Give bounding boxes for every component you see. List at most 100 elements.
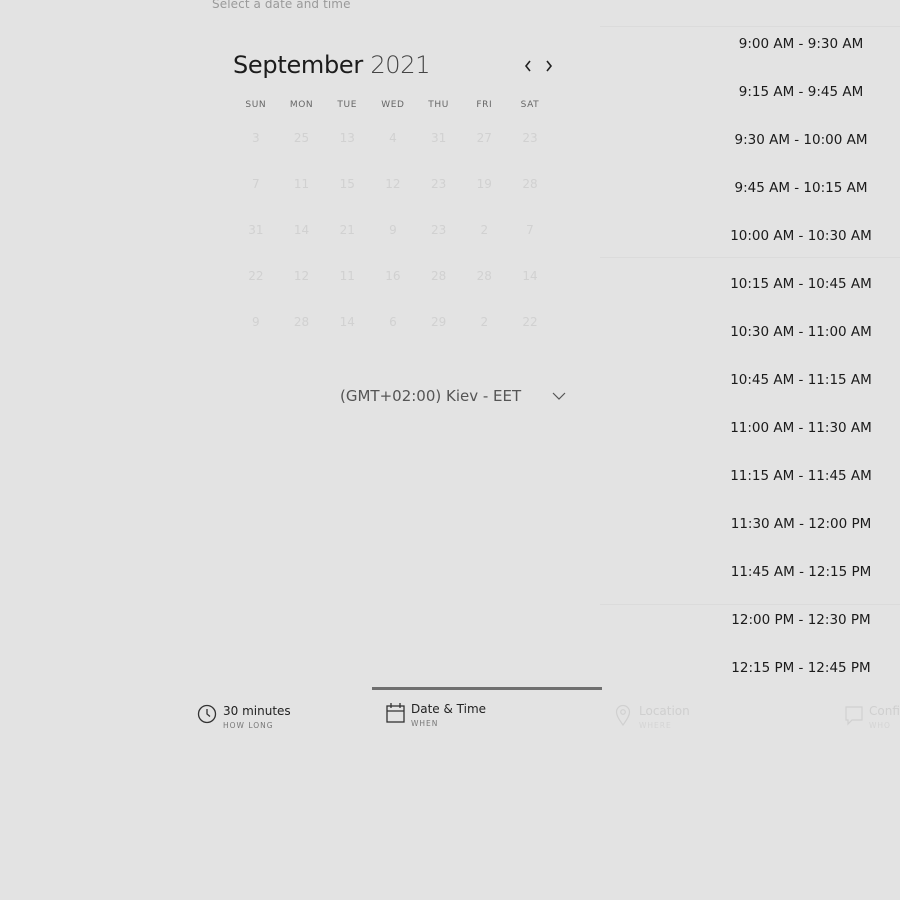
- calendar-icon: [386, 703, 405, 723]
- time-slot-label: 12:00 PM - 12:30 PM: [731, 612, 871, 628]
- calendar-day: 28: [522, 177, 538, 191]
- time-slot[interactable]: 12:00 PM - 12:30 PM: [720, 608, 900, 656]
- time-slot-list: 9:00 AM - 9:30 AM 9:15 AM - 9:45 AM 9:30 A…: [720, 32, 900, 704]
- calendar-day: 14: [293, 223, 310, 237]
- step-location[interactable]: Location WHERE: [615, 704, 690, 732]
- time-slot[interactable]: 11:30 AM - 12:00 PM: [720, 512, 900, 560]
- time-slot[interactable]: 10:45 AM - 11:15 AM: [720, 368, 900, 416]
- time-slot[interactable]: 9:30 AM - 10:00 AM: [720, 128, 900, 176]
- calendar-month: September: [233, 51, 363, 79]
- time-slot-label: 9:30 AM - 10:00 AM: [734, 132, 868, 148]
- confirm-icon: [845, 706, 863, 726]
- calendar-day: 23: [430, 223, 447, 237]
- time-slot-label: 11:45 AM - 12:15 PM: [730, 564, 872, 580]
- calendar-day: 12: [293, 269, 310, 283]
- time-slot-label: 12:15 PM - 12:45 PM: [731, 660, 871, 676]
- time-slot[interactable]: 11:45 AM - 12:15 PM: [720, 560, 900, 608]
- weekday-label: MON: [289, 100, 314, 110]
- calendar-day: 13: [339, 131, 355, 145]
- time-slot-label: 11:30 AM - 12:00 PM: [730, 516, 872, 532]
- calendar-day: 14: [522, 269, 538, 283]
- step-label: 30 minutes: [223, 704, 291, 718]
- calendar-day: 4: [389, 131, 397, 145]
- weekday-label: SAT: [520, 100, 540, 110]
- calendar-day: 25: [293, 131, 310, 145]
- previous-month-button[interactable]: [518, 55, 538, 77]
- calendar-title: September 2021: [233, 51, 431, 79]
- calendar-day: 7: [526, 223, 534, 237]
- time-slot-label: 9:00 AM - 9:30 AM: [738, 36, 864, 52]
- calendar-day: 23: [522, 131, 538, 145]
- clock-icon: [197, 704, 217, 724]
- time-slot[interactable]: 12:15 PM - 12:45 PM: [720, 656, 900, 704]
- page-hint: Select a date and time: [212, 0, 351, 11]
- calendar-day: 15: [339, 177, 355, 191]
- calendar-day: 28: [430, 269, 447, 283]
- next-month-button[interactable]: [539, 55, 559, 77]
- calendar-day: 19: [476, 177, 492, 191]
- step-label: Confi: [869, 704, 900, 718]
- weekday-label: TUE: [337, 100, 357, 110]
- step-label: Location: [639, 704, 690, 718]
- active-step-indicator: [372, 687, 602, 690]
- step-sublabel: WHERE: [639, 721, 672, 730]
- timezone-label: (GMT+02:00) Kiev - EET: [340, 387, 522, 405]
- weekday-label: THU: [428, 100, 449, 110]
- calendar-day: 11: [339, 269, 355, 283]
- calendar-day: 16: [385, 269, 401, 283]
- calendar-day: 12: [385, 177, 401, 191]
- chevron-left-icon: [524, 60, 531, 72]
- time-slot[interactable]: 11:00 AM - 11:30 AM: [720, 416, 900, 464]
- timezone-select[interactable]: (GMT+02:00) Kiev - EET: [340, 383, 570, 409]
- weekday-label: SUN: [245, 100, 267, 110]
- calendar-day: 27: [476, 131, 492, 145]
- time-slot-label: 11:00 AM - 11:30 AM: [730, 420, 872, 436]
- time-slot-label: 11:15 AM - 11:45 AM: [730, 468, 872, 484]
- time-slot-label: 10:30 AM - 11:00 AM: [730, 324, 872, 340]
- time-slot-label: 10:45 AM - 11:15 AM: [730, 372, 872, 388]
- calendar-day: 9: [389, 223, 397, 237]
- time-slot-label: 9:45 AM - 10:15 AM: [734, 180, 868, 196]
- calendar-year: 2021: [370, 51, 431, 79]
- weekday-header: SUN MON TUE WED THU FRI SAT: [233, 100, 553, 110]
- calendar-day: 28: [293, 315, 310, 329]
- calendar-day: 28: [476, 269, 492, 283]
- chevron-right-icon: [546, 60, 553, 72]
- time-slot[interactable]: 9:15 AM - 9:45 AM: [720, 80, 900, 128]
- calendar-day: 29: [430, 315, 447, 329]
- location-pin-icon: [615, 704, 631, 726]
- calendar-day: 2: [480, 315, 489, 329]
- time-slot[interactable]: 10:00 AM - 10:30 AM: [720, 224, 900, 272]
- calendar-day-grid: 3 25 13 4 31 27 23 7 11 15 12 23 19 28 31 14 21 9 23 2 7 22 12…: [233, 128, 553, 358]
- calendar-day: 2: [480, 223, 489, 237]
- calendar-day: 9: [252, 315, 260, 329]
- chevron-down-icon: [552, 392, 566, 400]
- time-slot[interactable]: 9:00 AM - 9:30 AM: [720, 32, 900, 80]
- step-confirm[interactable]: Confi WHO: [845, 704, 900, 732]
- calendar-day: 31: [430, 131, 447, 145]
- calendar-day: 31: [248, 223, 264, 237]
- calendar-day: 7: [252, 177, 260, 191]
- step-date-time[interactable]: Date & Time WHEN: [386, 702, 486, 730]
- calendar-day: 3: [252, 131, 260, 145]
- step-label: Date & Time: [411, 702, 487, 716]
- calendar-day: 14: [339, 315, 355, 329]
- time-slot[interactable]: 11:15 AM - 11:45 AM: [720, 464, 900, 512]
- calendar-day: 11: [293, 177, 310, 191]
- calendar-day: 22: [248, 269, 264, 283]
- step-sublabel: WHEN: [411, 719, 439, 728]
- weekday-label: WED: [381, 100, 405, 110]
- time-slot-label: 10:00 AM - 10:30 AM: [730, 228, 872, 244]
- step-duration[interactable]: 30 minutes HOW LONG: [197, 704, 291, 732]
- time-slot[interactable]: 9:45 AM - 10:15 AM: [720, 176, 900, 224]
- divider: [600, 26, 900, 27]
- time-slot[interactable]: 10:30 AM - 11:00 AM: [720, 320, 900, 368]
- time-slot-label: 9:15 AM - 9:45 AM: [738, 84, 864, 100]
- weekday-label: FRI: [476, 100, 493, 110]
- calendar-day: 6: [389, 315, 397, 329]
- time-slot-label: 10:15 AM - 10:45 AM: [730, 276, 872, 292]
- step-sublabel: HOW LONG: [223, 721, 274, 730]
- calendar-day: 23: [430, 177, 447, 191]
- step-sublabel: WHO: [869, 721, 891, 730]
- time-slot[interactable]: 10:15 AM - 10:45 AM: [720, 272, 900, 320]
